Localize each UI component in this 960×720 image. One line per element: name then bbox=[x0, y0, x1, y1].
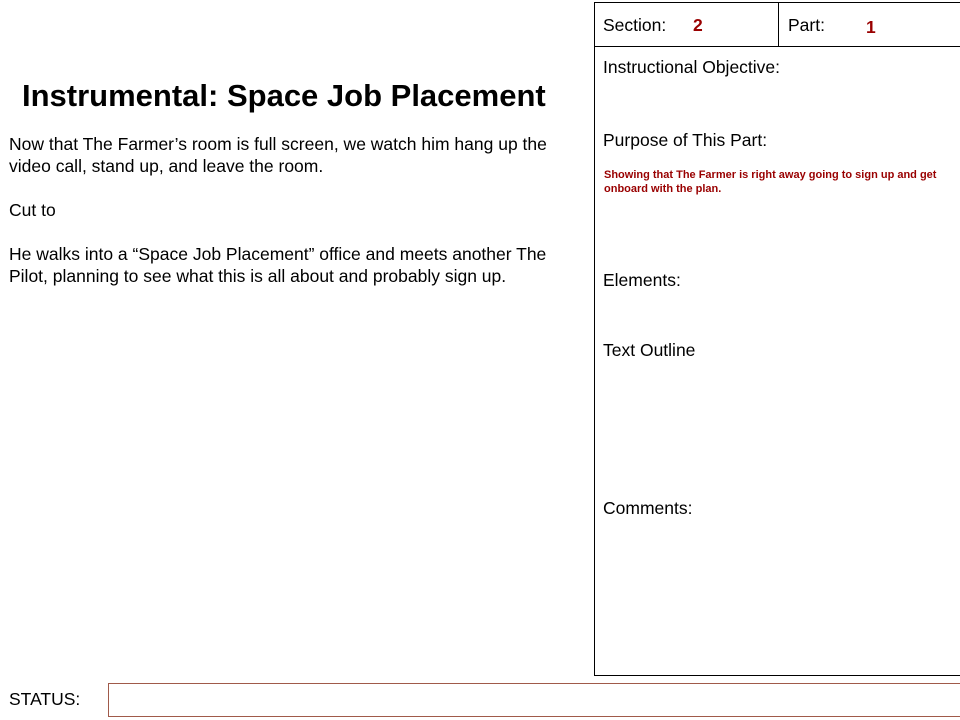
section-number: 2 bbox=[693, 15, 703, 35]
page-title: Instrumental: Space Job Placement bbox=[22, 78, 546, 113]
storyboard-page: Instrumental: Space Job Placement Now th… bbox=[0, 0, 960, 720]
comments-label: Comments: bbox=[603, 498, 693, 518]
text-outline-label: Text Outline bbox=[603, 340, 696, 360]
scene-paragraph: Cut to bbox=[9, 200, 56, 220]
objective-label: Instructional Objective: bbox=[603, 57, 781, 77]
elements-label: Elements: bbox=[603, 270, 681, 290]
scene-paragraph: He walks into a “Space Job Placement” of… bbox=[9, 244, 547, 286]
part-cell: Part: 1 bbox=[779, 3, 960, 46]
part-number: 1 bbox=[866, 17, 876, 37]
status-label: STATUS: bbox=[9, 689, 81, 709]
section-part-header: Section: 2 Part: 1 bbox=[595, 3, 960, 47]
info-panel: Section: 2 Part: 1 Instructional Objecti… bbox=[594, 2, 960, 676]
scene-paragraph: Now that The Farmer’s room is full scree… bbox=[9, 134, 547, 176]
purpose-label: Purpose of This Part: bbox=[603, 130, 768, 150]
section-cell: Section: 2 bbox=[595, 3, 779, 46]
section-label: Section: bbox=[603, 15, 667, 35]
part-label: Part: bbox=[788, 15, 825, 35]
purpose-text: Showing that The Farmer is right away go… bbox=[604, 169, 937, 195]
status-field[interactable] bbox=[108, 683, 960, 717]
scene-description: Now that The Farmer’s room is full scree… bbox=[9, 133, 589, 309]
